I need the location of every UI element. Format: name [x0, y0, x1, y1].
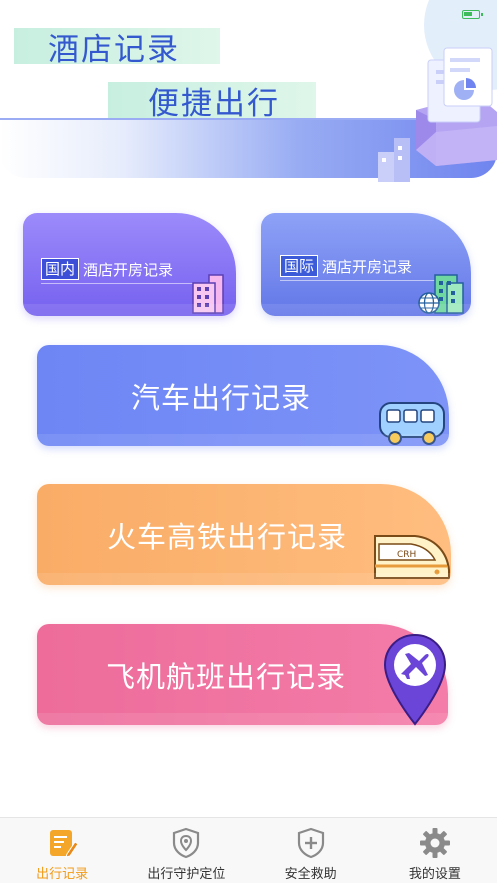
tab-safety-rescue[interactable]: 安全救助	[249, 818, 373, 883]
title-line-2-text: 便捷出行	[148, 85, 280, 121]
domestic-underline	[41, 283, 201, 284]
bus-icon	[379, 402, 445, 445]
header-banner: 酒店记录 便捷出行	[0, 0, 497, 182]
note-edit-icon	[50, 830, 79, 858]
train-travel-record-card[interactable]: 火车高铁出行记录 CRH	[37, 484, 451, 585]
tab-travel-records[interactable]: 出行记录	[0, 818, 124, 883]
plane-travel-label: 飞机航班出行记录	[106, 661, 347, 694]
tab-travel-records-label: 出行记录	[36, 867, 89, 882]
tab-my-settings-label: 我的设置	[408, 867, 461, 882]
shield-location-icon	[173, 827, 200, 859]
title-line-2: 便捷出行	[108, 82, 316, 121]
domestic-hotel-record-card[interactable]: 国内 酒店开房记录	[23, 213, 236, 316]
car-travel-record-card[interactable]: 汽车出行记录	[37, 345, 449, 446]
shield-plus-icon	[297, 827, 324, 859]
document-chart-illustration-icon	[378, 47, 497, 182]
domestic-hotel-label: 国内 酒店开房记录	[41, 258, 173, 280]
car-travel-label: 汽车出行记录	[131, 382, 312, 415]
international-tag: 国际	[280, 255, 319, 277]
international-hotel-label: 国际 酒店开房记录	[280, 255, 412, 277]
tab-travel-guard-location[interactable]: 出行守护定位	[124, 818, 248, 883]
high-speed-train-icon: CRH	[374, 535, 450, 579]
tab-travel-guard-location-label: 出行守护定位	[147, 867, 226, 882]
title-line-1: 酒店记录	[14, 28, 220, 67]
international-hotel-text: 酒店开房记录	[322, 257, 413, 276]
train-travel-label: 火车高铁出行记录	[107, 521, 348, 554]
domestic-tag: 国内	[41, 258, 80, 280]
battery-icon	[462, 10, 483, 19]
plane-location-pin-icon	[383, 633, 447, 726]
international-hotel-record-card[interactable]: 国际 酒店开房记录	[261, 213, 471, 316]
domestic-hotel-text: 酒店开房记录	[83, 260, 174, 279]
building-icon	[192, 274, 224, 314]
gear-icon	[419, 828, 450, 858]
train-badge: CRH	[397, 550, 416, 560]
tab-safety-rescue-label: 安全救助	[284, 867, 337, 882]
globe-building-icon	[418, 274, 464, 314]
title-line-1-text: 酒店记录	[48, 31, 180, 67]
tab-my-settings[interactable]: 我的设置	[373, 818, 497, 883]
bottom-tab-bar: 出行记录 出行守护定位 安全救助 我的设置	[0, 817, 497, 883]
